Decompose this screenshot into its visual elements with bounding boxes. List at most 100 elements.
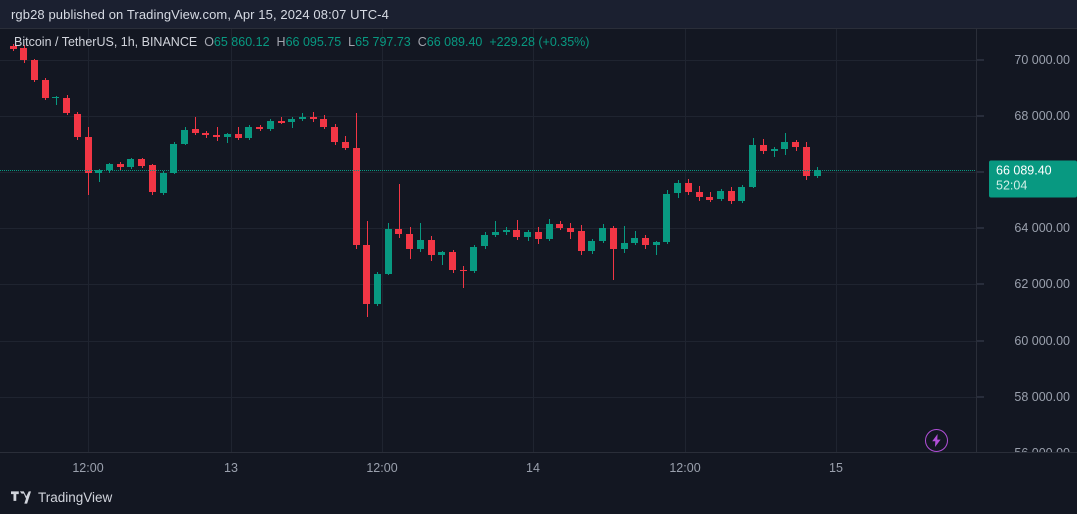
candle-body [503,230,510,232]
candle-body [749,144,756,187]
candle-body [374,273,381,304]
time-axis-label: 13 [224,461,238,475]
gridline-vertical [231,29,232,480]
candle-body [599,228,606,242]
price-axis-tick-mark [977,396,984,398]
candle-body [395,229,402,235]
time-axis[interactable]: 12:00 13 12:00 14 12:00 15 [0,452,977,480]
candle-body [10,46,17,49]
candle-body [127,159,134,168]
gridline-horizontal [0,284,976,286]
chart-plot-area[interactable] [0,28,977,480]
price-axis-tick-mark [977,227,984,229]
attribution-bar: rgb28 published on TradingView.com, Apr … [0,0,1077,28]
candle-body [202,132,209,135]
candle-body [181,129,188,144]
candle-body [663,193,670,243]
candle-body [138,159,145,166]
lightning-bolt-icon[interactable] [925,429,948,452]
price-axis-label: 62 000.00 [1014,277,1070,292]
candle-body [245,127,252,139]
candle-body [449,252,456,270]
gridline-horizontal [0,396,976,398]
candle-body [738,186,745,202]
candle-body [342,141,349,149]
candle-body [513,230,520,238]
price-axis-tick-mark [977,283,984,285]
candle-body [256,127,263,129]
gridline-vertical [836,29,837,480]
candle-body [63,97,70,114]
candle-body [85,136,92,173]
candle-body [428,239,435,255]
candle-body [95,170,102,173]
candle-body [481,235,488,247]
price-axis-label: 68 000.00 [1014,109,1070,124]
candle-body [52,96,59,99]
candle-body [653,242,660,246]
attribution-text: rgb28 published on TradingView.com, Apr … [11,6,389,22]
candle-body [685,183,692,193]
candle-body [760,144,767,151]
candle-body [706,196,713,200]
candle-body [578,231,585,252]
candle-body [20,47,27,61]
last-price-value: 66 089.40 [996,163,1052,178]
candle-body [492,231,499,235]
candle-body [535,231,542,239]
tradingview-wordmark: TradingView [38,489,113,505]
candle-body [31,60,38,80]
price-axis-tick-mark [977,340,984,342]
price-axis-label: 58 000.00 [1014,389,1070,404]
candle-body [299,117,306,119]
candle-body [278,120,285,123]
candle-body [288,118,295,123]
price-axis-tick-mark [977,115,984,117]
candle-body [696,191,703,197]
gridline-vertical [88,29,89,480]
candle-body [556,224,563,229]
candle-body [771,149,778,151]
candle-body [728,190,735,202]
candle-body [320,119,327,127]
candle-body [588,241,595,252]
price-axis-label: 64 000.00 [1014,221,1070,236]
candle-body [310,117,317,120]
candle-body [117,164,124,168]
candle-body [417,239,424,249]
candle-body [42,79,49,99]
candle-body [235,134,242,139]
candle-body [781,142,788,150]
time-axis-label: 12:00 [669,461,701,475]
candle-body [803,147,810,176]
time-axis-label: 15 [829,461,843,475]
tradingview-mark-icon [11,490,31,504]
gridline-vertical [382,29,383,480]
tradingview-logo[interactable]: TradingView [11,490,112,505]
candle-body [363,245,370,304]
price-axis-label: 70 000.00 [1014,52,1070,67]
gridline-vertical [533,29,534,480]
tradingview-chart-screenshot: rgb28 published on TradingView.com, Apr … [0,0,1077,514]
candle-body [524,231,531,238]
candle-body [546,224,553,239]
candle-body [567,228,574,232]
candle-body [610,228,617,250]
candle-body [717,190,724,200]
bar-countdown: 52:04 [996,178,1028,193]
price-line-dotted [0,169,976,171]
candle-body [438,252,445,255]
gridline-horizontal [0,59,976,61]
gridline-horizontal [0,116,976,118]
candle-body [331,126,338,142]
candle-body [470,246,477,271]
price-axis[interactable]: 70 000.0068 000.0066 000.0064 000.0062 0… [977,28,1077,480]
gridline-horizontal [0,340,976,342]
price-axis-label: 60 000.00 [1014,333,1070,348]
gridline-horizontal [0,172,976,174]
last-price-tag: 66 089.40 52:04 [989,160,1077,198]
candle-body [406,234,413,250]
gridline-horizontal [0,228,976,230]
candle-body [385,229,392,274]
candle-body [353,147,360,246]
